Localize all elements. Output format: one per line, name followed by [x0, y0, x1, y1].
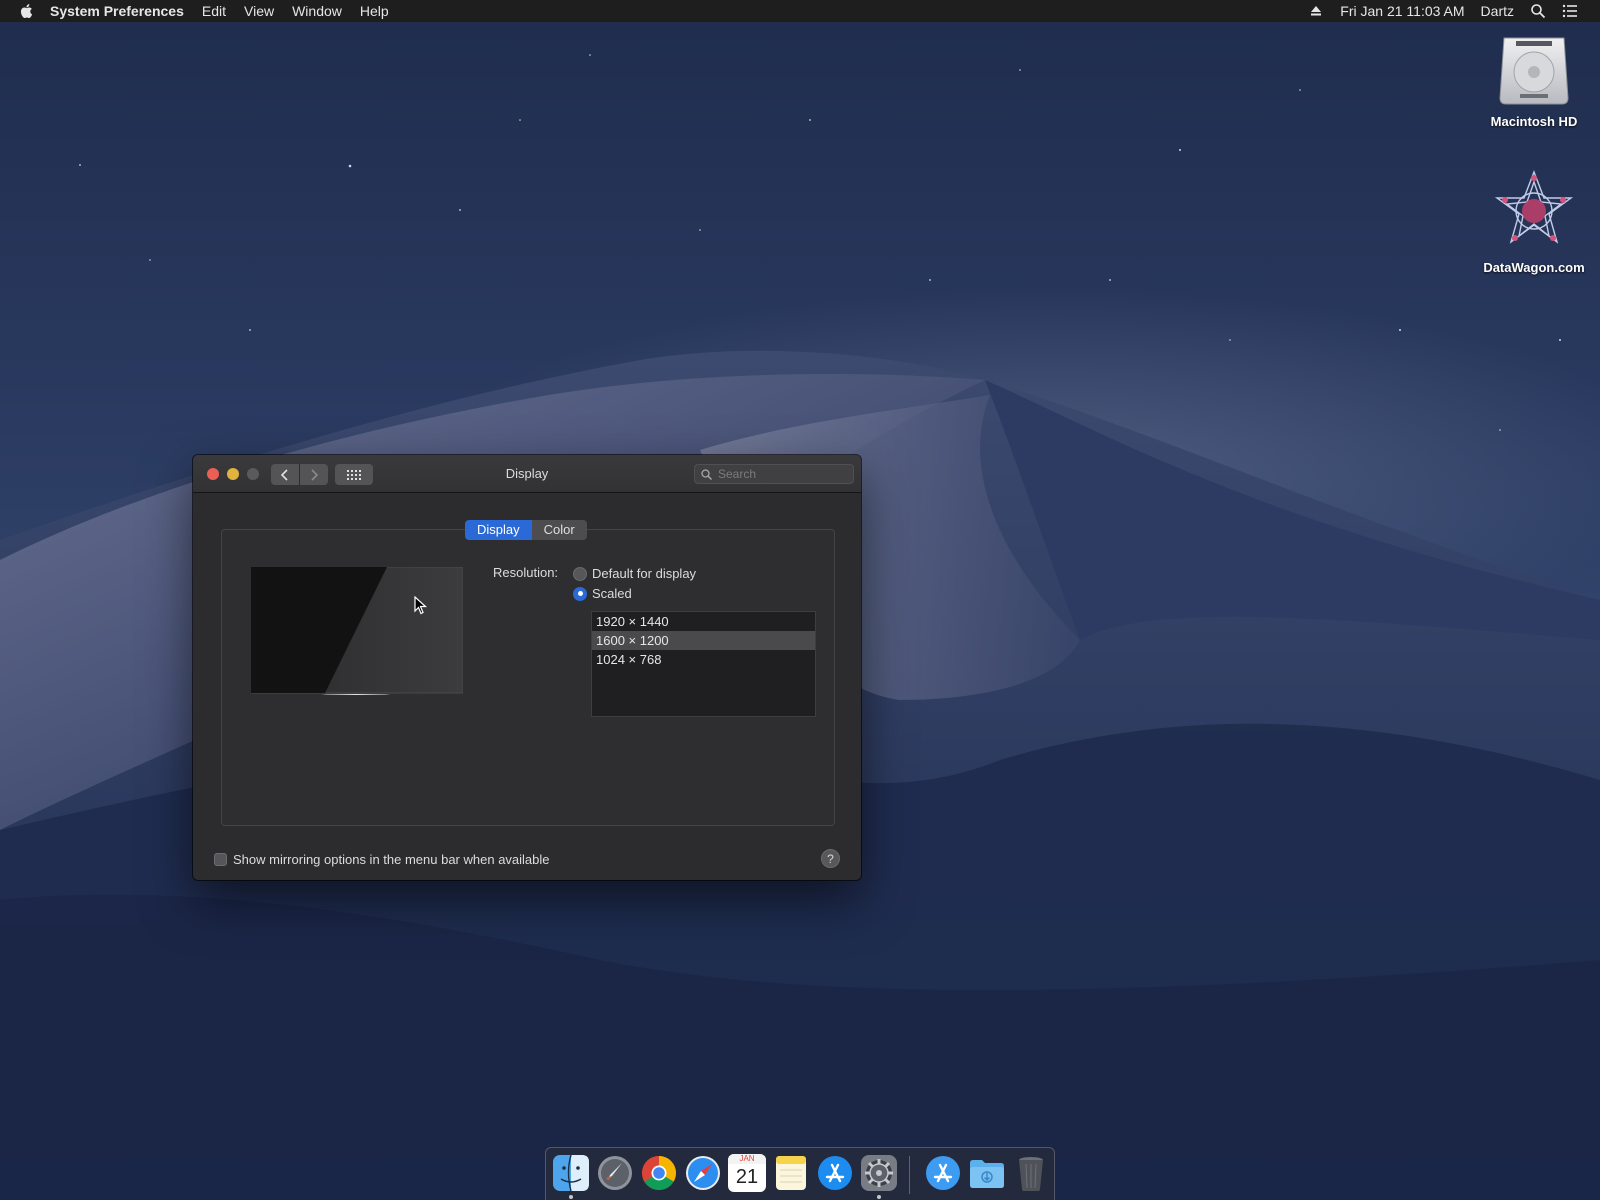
menu-edit[interactable]: Edit: [193, 0, 235, 22]
menu-help[interactable]: Help: [351, 0, 398, 22]
tab-color[interactable]: Color: [531, 520, 587, 540]
menu-window[interactable]: Window: [283, 0, 351, 22]
dock: JAN 21: [545, 1147, 1055, 1200]
help-button[interactable]: ?: [821, 849, 840, 868]
search-icon: [701, 468, 712, 480]
desktop-icon-label: Macintosh HD: [1490, 114, 1578, 129]
list-item[interactable]: 1024 × 768: [592, 650, 815, 669]
window-titlebar[interactable]: Display: [193, 455, 861, 493]
applications-folder-icon[interactable]: [924, 1154, 962, 1192]
navigation-buttons: [271, 464, 328, 485]
running-indicator: [877, 1195, 881, 1199]
mouse-cursor-icon: [414, 596, 428, 615]
menu-bar: System Preferences Edit View Window Help…: [0, 0, 1600, 22]
menu-view[interactable]: View: [235, 0, 283, 22]
show-all-button[interactable]: [335, 464, 373, 485]
apple-menu-icon[interactable]: [18, 2, 36, 20]
calendar-icon[interactable]: JAN 21: [728, 1154, 766, 1192]
chevron-left-icon: [280, 468, 288, 481]
desktop-icon-label: DataWagon.com: [1483, 260, 1585, 275]
mirroring-option[interactable]: Show mirroring options in the menu bar w…: [214, 852, 550, 867]
chevron-right-icon: [311, 468, 319, 481]
running-indicator: [569, 1195, 573, 1199]
list-item[interactable]: 1920 × 1440: [592, 612, 815, 631]
radio-default-for-display[interactable]: Default for display: [573, 566, 696, 581]
radio-label: Default for display: [592, 566, 697, 581]
search-input[interactable]: [718, 467, 838, 481]
radio-button[interactable]: [573, 566, 587, 581]
notes-icon[interactable]: [772, 1154, 810, 1192]
menu-app-name[interactable]: System Preferences: [50, 0, 193, 22]
safari-icon[interactable]: [684, 1154, 722, 1192]
resolution-label: Resolution:: [493, 565, 559, 580]
desktop-icon-datawagon[interactable]: DataWagon.com: [1474, 168, 1594, 275]
chrome-icon[interactable]: [640, 1154, 678, 1192]
calendar-month: JAN: [728, 1154, 766, 1164]
back-button[interactable]: [271, 464, 300, 485]
menu-user[interactable]: Dartz: [1473, 0, 1522, 22]
list-item-selected[interactable]: 1600 × 1200: [592, 631, 815, 650]
downloads-folder-icon[interactable]: [968, 1154, 1006, 1192]
display-preferences-window: Display D: [193, 455, 861, 880]
mirroring-checkbox[interactable]: [214, 853, 227, 866]
app-store-icon[interactable]: [816, 1154, 854, 1192]
eject-icon[interactable]: [1308, 3, 1324, 19]
radio-button-selected[interactable]: [573, 586, 587, 601]
forward-button[interactable]: [300, 464, 328, 485]
mirroring-checkbox-label: Show mirroring options in the menu bar w…: [233, 852, 550, 867]
system-preferences-icon[interactable]: [860, 1154, 898, 1192]
trash-icon[interactable]: [1012, 1154, 1050, 1192]
radio-label: Scaled: [592, 586, 632, 601]
calendar-day: 21: [735, 1166, 759, 1188]
radio-scaled[interactable]: Scaled: [573, 586, 632, 601]
tab-display[interactable]: Display: [465, 520, 532, 540]
dock-separator: [909, 1156, 910, 1194]
spotlight-search-icon[interactable]: [1530, 3, 1546, 19]
resolution-list[interactable]: 1920 × 1440 1600 × 1200 1024 × 768: [591, 611, 816, 717]
desktop-icon-macintosh-hd[interactable]: Macintosh HD: [1474, 32, 1594, 129]
grid-icon: [347, 469, 361, 480]
launchpad-icon[interactable]: [596, 1154, 634, 1192]
notification-center-icon[interactable]: [1562, 3, 1578, 19]
search-field[interactable]: [694, 464, 854, 484]
finder-icon[interactable]: [552, 1154, 590, 1192]
menu-clock[interactable]: Fri Jan 21 11:03 AM: [1332, 0, 1472, 22]
display-preview-image: [251, 567, 463, 695]
datawagon-logo-icon: [1494, 170, 1574, 244]
segmented-tabs: Display Color: [465, 520, 587, 540]
hard-drive-icon: [1499, 37, 1569, 105]
